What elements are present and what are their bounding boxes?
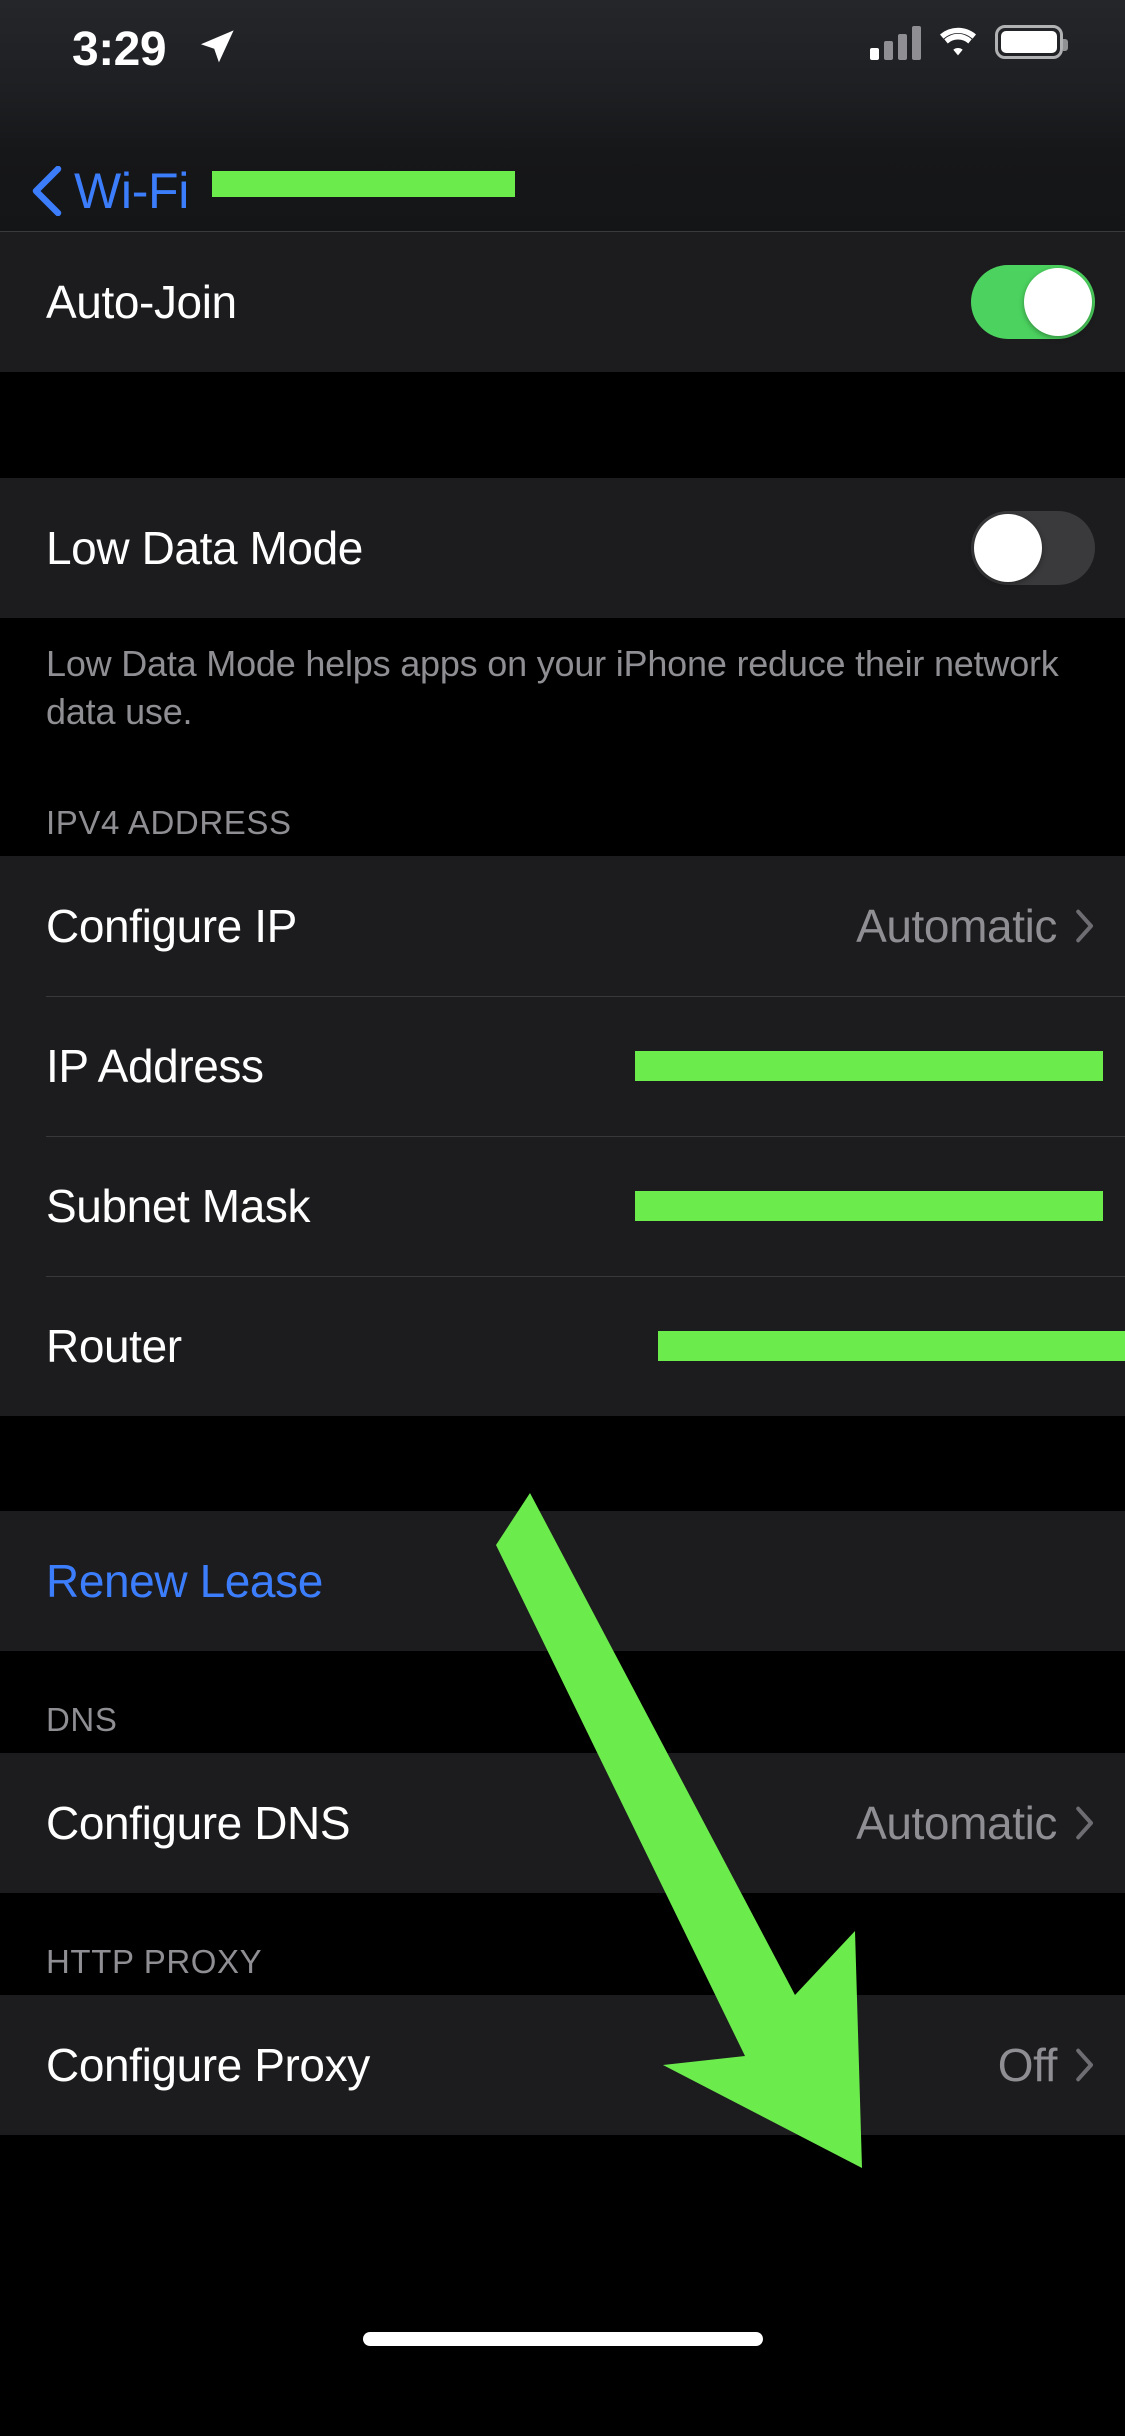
row-label-configure-proxy: Configure Proxy xyxy=(46,2038,370,2091)
redaction-subnet-mask xyxy=(635,1190,1103,1221)
row-accessory-configure-proxy: Off xyxy=(998,2038,1095,2092)
section-gap-1 xyxy=(0,372,1125,478)
row-label-subnet-mask: Subnet Mask xyxy=(46,1179,311,1232)
row-value-configure-ip: Automatic xyxy=(856,899,1057,952)
section-header-http-proxy: HTTP PROXY xyxy=(0,1892,1125,1995)
toggle-knob xyxy=(1024,268,1092,336)
chevron-right-icon xyxy=(1076,2048,1094,2082)
section-dns: Configure DNS Automatic xyxy=(0,1752,1125,1893)
row-configure-proxy[interactable]: Configure Proxy Off xyxy=(0,1994,1125,2135)
row-configure-dns[interactable]: Configure DNS Automatic xyxy=(0,1752,1125,1893)
row-auto-join[interactable]: Auto-Join xyxy=(0,232,1125,372)
ios-wifi-network-settings-screen: 3:29 Wi-Fi Auto-Join Low Data Mode Low D… xyxy=(0,0,1125,2436)
toggle-knob xyxy=(974,514,1042,582)
redaction-ip-address xyxy=(635,1050,1103,1081)
row-ip-address[interactable]: IP Address xyxy=(0,995,1125,1136)
row-accessory-auto-join xyxy=(971,265,1095,339)
row-renew-lease[interactable]: Renew Lease xyxy=(0,1510,1125,1651)
row-accessory-low-data-mode xyxy=(971,511,1095,585)
section-header-ipv4-address: IPV4 ADDRESS xyxy=(0,765,1125,856)
row-label-renew-lease: Renew Lease xyxy=(46,1554,323,1607)
section-renew-lease: Renew Lease xyxy=(0,1510,1125,1651)
status-bar-indicators xyxy=(870,24,1068,60)
section-ipv4-address: Configure IP Automatic IP Address Subnet… xyxy=(0,855,1125,1416)
status-bar-time: 3:29 xyxy=(72,23,167,76)
row-accessory-configure-dns: Automatic xyxy=(856,1796,1095,1850)
nav-bar-separator xyxy=(0,231,1125,232)
status-bar: 3:29 xyxy=(0,0,1125,150)
row-value-configure-proxy: Off xyxy=(997,2038,1058,2091)
section-low-data-mode: Low Data Mode xyxy=(0,478,1125,618)
section-header-dns: DNS xyxy=(0,1650,1125,1753)
redaction-router xyxy=(658,1330,1125,1361)
row-router[interactable]: Router xyxy=(0,1275,1125,1416)
row-label-auto-join: Auto-Join xyxy=(46,276,237,328)
row-label-low-data-mode: Low Data Mode xyxy=(46,522,363,574)
page-title xyxy=(0,150,1125,232)
row-label-ip-address: IP Address xyxy=(46,1039,264,1092)
location-arrow-icon xyxy=(200,30,234,63)
section-auto-join: Auto-Join xyxy=(0,232,1125,372)
row-subnet-mask[interactable]: Subnet Mask xyxy=(0,1135,1125,1276)
row-accessory-configure-ip: Automatic xyxy=(856,899,1095,953)
toggle-auto-join[interactable] xyxy=(971,265,1095,339)
wifi-icon xyxy=(940,27,976,56)
row-value-configure-dns: Automatic xyxy=(856,1796,1057,1849)
row-label-router: Router xyxy=(46,1319,182,1372)
battery-full-icon xyxy=(995,25,1068,59)
home-indicator-bar[interactable] xyxy=(362,2332,763,2346)
row-configure-ip[interactable]: Configure IP Automatic xyxy=(0,855,1125,996)
settings-list: Auto-Join Low Data Mode Low Data Mode he… xyxy=(0,232,1125,2135)
chevron-right-icon xyxy=(1076,909,1094,943)
cellular-signal-icon xyxy=(870,24,921,60)
section-footer-low-data-mode: Low Data Mode helps apps on your iPhone … xyxy=(0,618,1125,766)
redaction-network-name xyxy=(212,171,515,197)
chevron-right-icon xyxy=(1076,1806,1094,1840)
row-label-configure-ip: Configure IP xyxy=(46,899,297,952)
section-http-proxy: Configure Proxy Off xyxy=(0,1994,1125,2135)
navigation-bar: Wi-Fi xyxy=(0,150,1125,232)
row-label-configure-dns: Configure DNS xyxy=(46,1796,351,1849)
row-low-data-mode[interactable]: Low Data Mode xyxy=(0,478,1125,618)
toggle-low-data-mode[interactable] xyxy=(971,511,1095,585)
section-gap-2 xyxy=(0,1415,1125,1511)
